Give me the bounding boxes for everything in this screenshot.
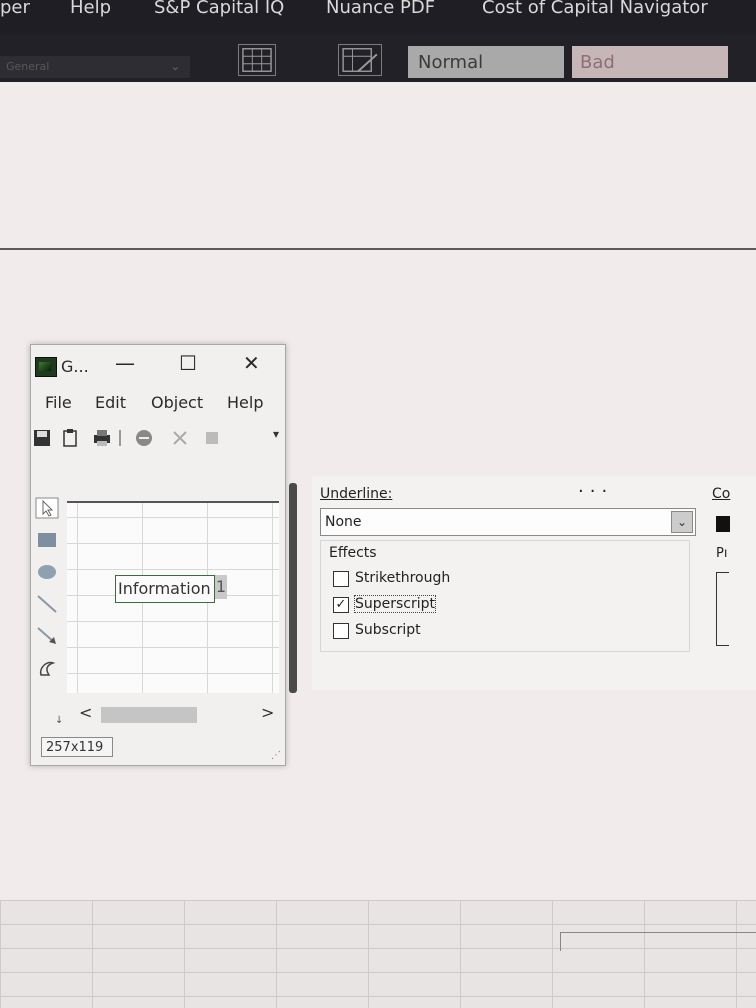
- stop-icon[interactable]: [135, 429, 153, 447]
- strikethrough-label[interactable]: Strikethrough: [355, 570, 450, 586]
- menu-object[interactable]: Object: [151, 393, 203, 412]
- paste-icon[interactable]: [203, 429, 221, 447]
- superscript-label[interactable]: Superscript: [353, 595, 437, 613]
- scroll-thumb[interactable]: [101, 707, 197, 723]
- object-size-status: 257x119: [41, 737, 113, 757]
- chevron-down-icon[interactable]: ⌄: [671, 511, 693, 533]
- app-icon: [35, 357, 57, 377]
- selected-range-edge: [560, 932, 756, 951]
- print-icon[interactable]: [93, 429, 111, 447]
- window-titlebar[interactable]: G... — ☐ ✕: [31, 345, 285, 385]
- color-label: Co: [712, 486, 731, 502]
- menu-file[interactable]: File: [45, 393, 72, 412]
- cell-styles-icon: [342, 48, 378, 72]
- save-icon[interactable]: [33, 429, 51, 447]
- window-toolbar: ▾: [31, 427, 285, 449]
- sheet-divider-line: [0, 248, 756, 250]
- menu-item-per[interactable]: per: [0, 0, 30, 18]
- minimize-button[interactable]: —: [115, 351, 135, 375]
- text-object-information[interactable]: Information: [115, 575, 215, 603]
- font-dialog: ... Underline: None ⌄ Effects Strikethro…: [312, 476, 756, 690]
- toolbar-overflow-icon[interactable]: ▾: [273, 427, 279, 441]
- ellipse-tool-icon[interactable]: [35, 561, 59, 583]
- effects-label: Effects: [329, 545, 377, 561]
- scroll-left-arrow[interactable]: <: [79, 703, 92, 722]
- line-tool-icon[interactable]: [35, 593, 59, 615]
- rectangle-tool-icon[interactable]: [35, 529, 59, 551]
- menu-item-cost-of-capital-navigator[interactable]: Cost of Capital Navigator: [482, 0, 708, 18]
- scroll-right-arrow[interactable]: >: [261, 703, 274, 722]
- cut-icon[interactable]: [171, 429, 189, 447]
- menu-edit[interactable]: Edit: [95, 393, 126, 412]
- menu-help[interactable]: Help: [227, 393, 263, 412]
- pointer-tool-icon[interactable]: [35, 497, 59, 519]
- window-menubar: File Edit Object Help: [31, 393, 285, 417]
- subscript-checkbox[interactable]: [333, 623, 349, 639]
- worksheet-gridlines[interactable]: [0, 900, 756, 1008]
- excel-ribbon: General ⌄ Normal Bad: [0, 34, 756, 82]
- effects-group: Effects Strikethrough ✓ Superscript Subs…: [320, 540, 690, 652]
- underline-select-value: None: [325, 514, 362, 530]
- window-title: G...: [61, 357, 89, 376]
- subscript-label[interactable]: Subscript: [355, 622, 421, 638]
- format-as-table-button[interactable]: [238, 44, 276, 76]
- strikethrough-checkbox[interactable]: [333, 571, 349, 587]
- table-grid-icon: [242, 48, 272, 72]
- style-normal-cell[interactable]: Normal: [408, 46, 564, 78]
- pen-tool-icon[interactable]: [35, 657, 59, 679]
- cell-styles-button[interactable]: [338, 44, 382, 76]
- graphic-editor-window: G... — ☐ ✕ File Edit Object Help ▾ Infor…: [30, 344, 297, 766]
- horizontal-scrollbar[interactable]: < >: [67, 703, 279, 727]
- menu-item-help[interactable]: Help: [70, 0, 111, 18]
- font-color-swatch[interactable]: [716, 516, 730, 532]
- close-button[interactable]: ✕: [243, 351, 260, 375]
- preview-frame: [716, 572, 729, 646]
- preview-label: Pı: [716, 546, 728, 561]
- underline-label: Underline:: [320, 486, 393, 502]
- scroll-start-marker: ↓: [55, 715, 64, 726]
- menu-item-nuance-pdf[interactable]: Nuance PDF: [326, 0, 435, 18]
- window-resize-bar[interactable]: [289, 483, 297, 693]
- arrow-tool-icon[interactable]: [35, 625, 59, 647]
- excel-menubar: per Help S&P Capital IQ Nuance PDF Cost …: [0, 0, 756, 34]
- number-format-value: General: [6, 60, 50, 73]
- clipboard-icon[interactable]: [61, 429, 79, 447]
- text-cursor-marker: 1: [215, 575, 227, 599]
- drawing-toolbox: [35, 497, 63, 687]
- superscript-checkbox[interactable]: ✓: [333, 597, 349, 613]
- style-bad-cell[interactable]: Bad: [572, 46, 728, 78]
- chevron-down-icon: ⌄: [170, 60, 180, 73]
- underline-select[interactable]: None ⌄: [320, 508, 696, 536]
- resize-grip-icon[interactable]: ⋰: [271, 750, 281, 761]
- maximize-button[interactable]: ☐: [179, 351, 197, 375]
- more-options-dots: ...: [578, 476, 614, 497]
- toolbar-separator: [119, 430, 121, 446]
- menu-item-sp-capital-iq[interactable]: S&P Capital IQ: [154, 0, 284, 18]
- number-format-box[interactable]: General ⌄: [0, 56, 190, 78]
